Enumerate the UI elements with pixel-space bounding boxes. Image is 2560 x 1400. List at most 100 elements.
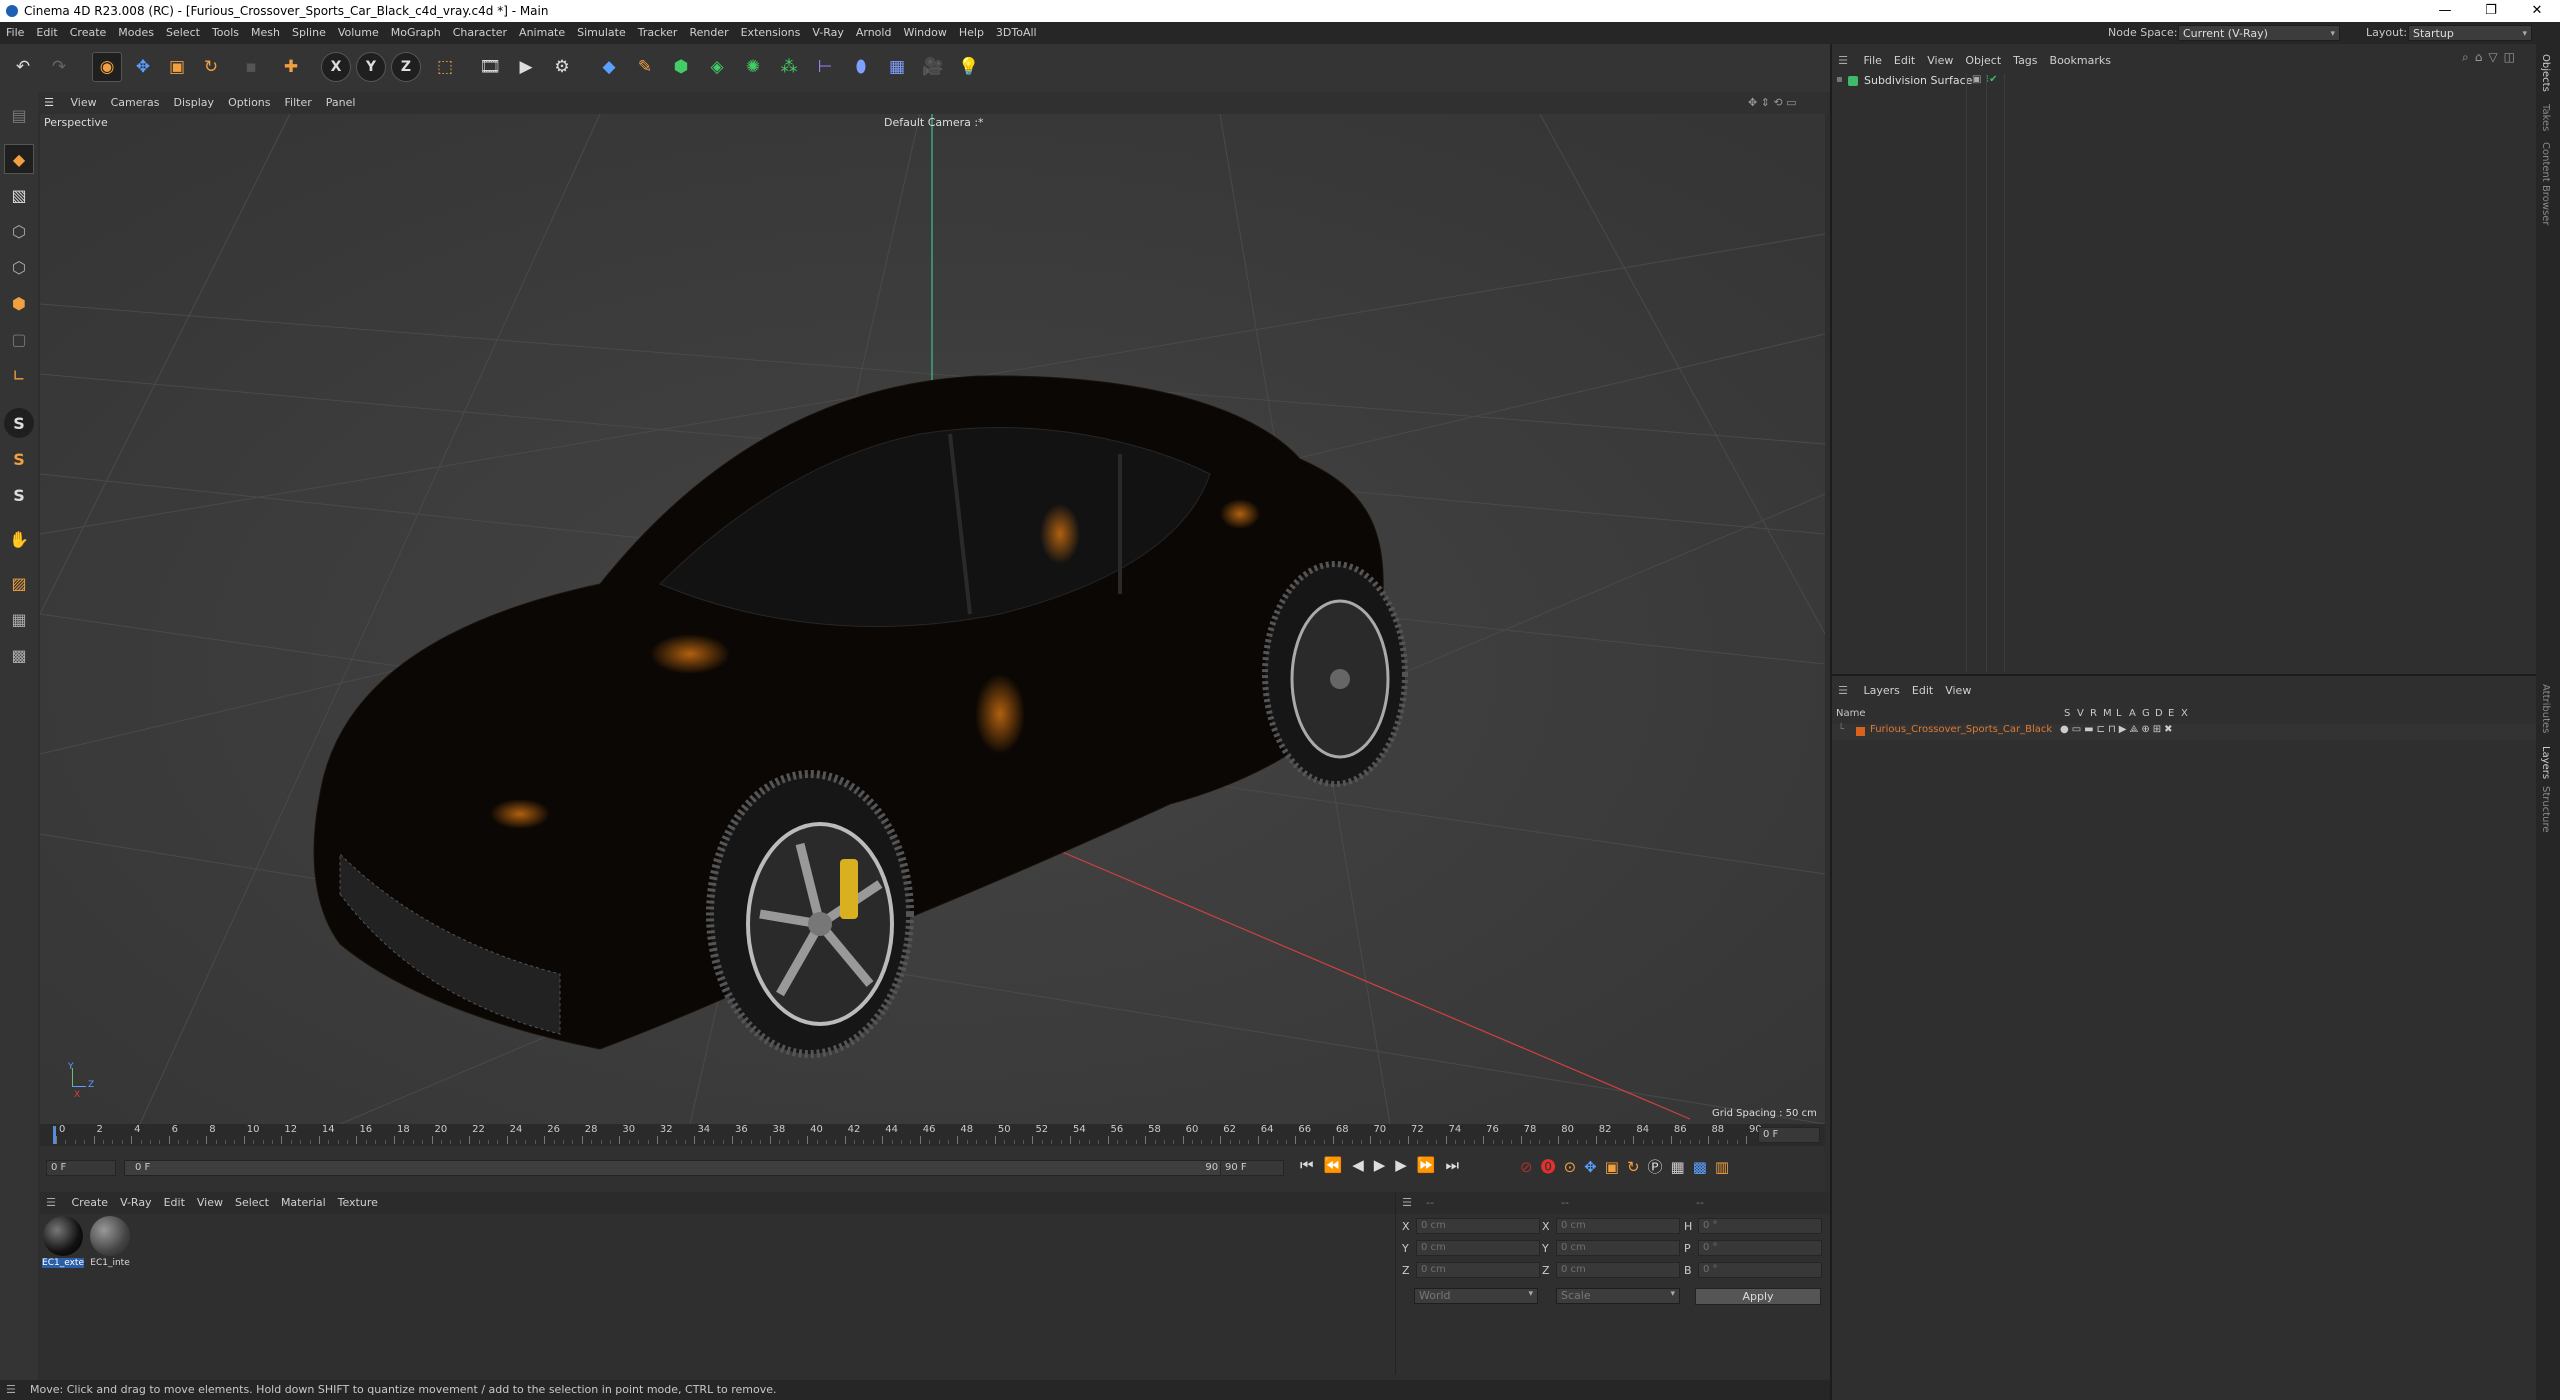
- redo-icon[interactable]: ↷: [44, 52, 74, 82]
- tab-layers[interactable]: Layers: [2540, 746, 2551, 779]
- motion-clip-icon[interactable]: ▩: [1693, 1158, 1715, 1176]
- grid-icon[interactable]: ▦: [4, 604, 34, 634]
- coord-hamburger-icon[interactable]: ☰: [1396, 1192, 1418, 1214]
- key-param-icon[interactable]: Ⓟ: [1648, 1158, 1671, 1176]
- layer-row[interactable]: └ Furious_Crossover_Sports_Car_Black ●▭▬…: [1832, 724, 2536, 740]
- layer-hamburger-icon[interactable]: ☰: [1832, 680, 1854, 702]
- menu-extensions[interactable]: Extensions: [735, 22, 807, 44]
- y-position-field[interactable]: 0 cm: [1416, 1240, 1540, 1256]
- autokey-icon[interactable]: ⊙: [1564, 1158, 1585, 1176]
- deformer-icon[interactable]: ✺: [738, 52, 768, 82]
- viewport-nav-icons[interactable]: ✥ ⇕ ⟲ ▭: [1748, 92, 1797, 114]
- material-menu-texture[interactable]: Texture: [332, 1192, 384, 1214]
- p-rotation-field[interactable]: 0 °: [1698, 1240, 1822, 1256]
- close-button[interactable]: ✕: [2514, 0, 2560, 22]
- record-off-icon[interactable]: ⊘: [1520, 1158, 1541, 1176]
- scale-icon[interactable]: ▣: [162, 52, 192, 82]
- minimize-button[interactable]: —: [2422, 0, 2468, 22]
- material-menu-vray[interactable]: V-Ray: [114, 1192, 158, 1214]
- step-back-icon[interactable]: ◀: [1352, 1156, 1374, 1174]
- material-menu-select[interactable]: Select: [229, 1192, 275, 1214]
- viewport-menu-options[interactable]: Options: [221, 92, 277, 114]
- menu-3dtoall[interactable]: 3DToAll: [990, 22, 1043, 44]
- go-to-start-icon[interactable]: ⏮: [1300, 1156, 1324, 1174]
- key-rotate-icon[interactable]: ↻: [1627, 1158, 1648, 1176]
- step-back-key-icon[interactable]: ⏪: [1324, 1156, 1353, 1174]
- tab-objects[interactable]: Objects: [2540, 54, 2551, 92]
- render-view-icon[interactable]: ▶: [511, 52, 541, 82]
- viewport-menu-panel[interactable]: Panel: [319, 92, 363, 114]
- cube-icon[interactable]: ◆: [594, 52, 624, 82]
- layer-menu-view[interactable]: View: [1939, 680, 1977, 702]
- object-toolbar-icons[interactable]: ⌕⌂▽◫: [2462, 50, 2521, 65]
- tab-content-browser[interactable]: Content Browser: [2540, 142, 2551, 225]
- snap-icon[interactable]: S: [4, 408, 34, 438]
- menu-mograph[interactable]: MoGraph: [385, 22, 447, 44]
- menu-spline[interactable]: Spline: [286, 22, 332, 44]
- coord-mode-select[interactable]: Scale: [1556, 1288, 1680, 1304]
- viewport-menu-view[interactable]: View: [64, 92, 104, 114]
- go-to-end-icon[interactable]: ⏭: [1446, 1156, 1470, 1174]
- menu-help[interactable]: Help: [953, 22, 990, 44]
- menu-file[interactable]: File: [0, 22, 30, 44]
- create-object-icon[interactable]: ✚: [276, 52, 306, 82]
- axis-mode-icon[interactable]: ∟: [4, 360, 34, 390]
- tab-structure[interactable]: Structure: [2540, 786, 2551, 833]
- move-icon[interactable]: ✥: [128, 52, 158, 82]
- timeline-window-icon[interactable]: ▥: [1715, 1158, 1737, 1176]
- playhead[interactable]: [53, 1126, 56, 1144]
- render-region-icon[interactable]: 🎞: [475, 52, 505, 82]
- layer-menu-layers[interactable]: Layers: [1858, 680, 1906, 702]
- viewport-menu-cameras[interactable]: Cameras: [104, 92, 167, 114]
- end-frame-field[interactable]: 90 F: [1220, 1160, 1284, 1176]
- locked-workplane-icon[interactable]: ▩: [4, 640, 34, 670]
- material-item[interactable]: EC1_inte: [88, 1212, 132, 1274]
- material-hamburger-icon[interactable]: ☰: [40, 1192, 62, 1214]
- snap-settings-icon[interactable]: S: [4, 444, 34, 474]
- model-mode-icon[interactable]: ◆: [4, 144, 34, 174]
- viewport-menu-filter[interactable]: Filter: [278, 92, 319, 114]
- menu-edit[interactable]: Edit: [30, 22, 63, 44]
- menu-simulate[interactable]: Simulate: [571, 22, 632, 44]
- material-item[interactable]: EC1_exte: [42, 1212, 84, 1274]
- menu-arnold[interactable]: Arnold: [850, 22, 898, 44]
- undo-icon[interactable]: ↶: [8, 52, 38, 82]
- tab-takes[interactable]: Takes: [2540, 104, 2551, 131]
- polygons-mode-icon[interactable]: ⬢: [4, 288, 34, 318]
- material-menu-view[interactable]: View: [191, 1192, 229, 1214]
- object-menu-view[interactable]: View: [1921, 50, 1959, 72]
- menu-window[interactable]: Window: [897, 22, 952, 44]
- object-row[interactable]: ▪ Subdivision Surface ▣ ⁝✔: [1832, 74, 2536, 90]
- brush-icon[interactable]: ✋: [4, 524, 34, 554]
- object-hamburger-icon[interactable]: ☰: [1832, 50, 1854, 72]
- key-pla-icon[interactable]: ▦: [1671, 1158, 1693, 1176]
- expand-icon[interactable]: ▪: [1836, 74, 1843, 85]
- coordinate-system-icon[interactable]: ⬚: [430, 52, 460, 82]
- workplane-icon[interactable]: ▨: [4, 568, 34, 598]
- subdivision-icon[interactable]: ⬢: [666, 52, 696, 82]
- last-tool-icon[interactable]: ▪: [236, 52, 266, 82]
- points-mode-icon[interactable]: ⬡: [4, 216, 34, 246]
- floor-icon[interactable]: ▦: [882, 52, 912, 82]
- layer-flag-icons[interactable]: ●▭▬⊏⊓▶⟁⊕⊞✖: [2060, 724, 2176, 735]
- uv-mode-icon[interactable]: ▢: [4, 324, 34, 354]
- start-frame-field[interactable]: 0 F: [46, 1160, 116, 1176]
- menu-create[interactable]: Create: [64, 22, 113, 44]
- object-menu-bookmarks[interactable]: Bookmarks: [2044, 50, 2117, 72]
- workplane-snap-icon[interactable]: S: [4, 480, 34, 510]
- render-settings-icon[interactable]: ⚙: [547, 52, 577, 82]
- menu-select[interactable]: Select: [160, 22, 206, 44]
- layout-select[interactable]: Startup: [2408, 25, 2532, 42]
- play-icon[interactable]: ▶: [1374, 1156, 1396, 1174]
- object-menu-file[interactable]: File: [1858, 50, 1888, 72]
- b-rotation-field[interactable]: 0 °: [1698, 1262, 1822, 1278]
- object-menu-object[interactable]: Object: [1959, 50, 2007, 72]
- object-menu-edit[interactable]: Edit: [1888, 50, 1921, 72]
- tab-attributes[interactable]: Attributes: [2540, 684, 2551, 733]
- key-move-icon[interactable]: ✥: [1584, 1158, 1605, 1176]
- menu-render[interactable]: Render: [683, 22, 734, 44]
- texture-mode-icon[interactable]: ▧: [4, 180, 34, 210]
- camera-icon[interactable]: 🎥: [918, 52, 948, 82]
- menu-modes[interactable]: Modes: [112, 22, 160, 44]
- y-size-field[interactable]: 0 cm: [1556, 1240, 1680, 1256]
